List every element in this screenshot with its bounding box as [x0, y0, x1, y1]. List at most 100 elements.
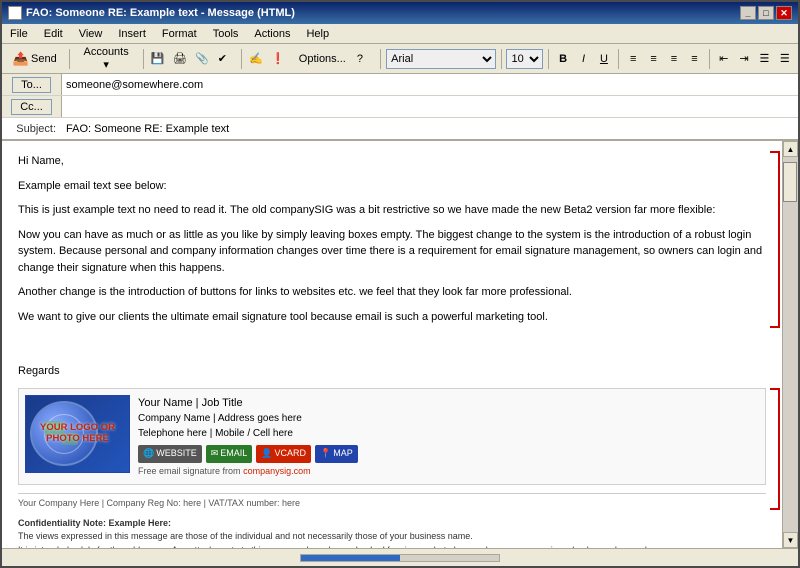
- to-row: To...: [2, 74, 798, 96]
- bullets-button[interactable]: ☰: [755, 49, 773, 69]
- priority-button[interactable]: ❗: [269, 48, 289, 70]
- email-icon: ✉: [211, 447, 219, 461]
- website-icon: 🌐: [143, 447, 154, 461]
- scroll-up-button[interactable]: ▲: [783, 141, 798, 157]
- para2: This is just example text no need to rea…: [18, 202, 766, 219]
- send-icon: 📤: [13, 51, 29, 67]
- vertical-scrollbar: ▲ ▼: [782, 141, 798, 548]
- toolbar-separator2: [143, 49, 144, 69]
- to-label-container: To...: [2, 74, 62, 95]
- indent-inc-button[interactable]: ⇥: [735, 49, 753, 69]
- signature-buttons: 🌐 WEBSITE ✉ EMAIL 👤 VCARD: [138, 445, 759, 463]
- website-button[interactable]: 🌐 WEBSITE: [138, 445, 202, 463]
- subject-input[interactable]: [62, 121, 798, 137]
- toolbar-separator3: [241, 49, 242, 69]
- email-window: ✉ FAO: Someone RE: Example text - Messag…: [0, 0, 800, 568]
- window-controls: _ □ ✕: [740, 6, 792, 20]
- scroll-thumb[interactable]: [783, 162, 797, 202]
- toolbar-separator: [69, 49, 70, 69]
- subject-row: Subject:: [2, 118, 798, 140]
- underline-button[interactable]: U: [595, 49, 613, 69]
- cc-input[interactable]: [62, 99, 798, 115]
- toolbar-separator6: [548, 49, 549, 69]
- map-icon: 📍: [320, 447, 331, 461]
- subject-label: Subject:: [2, 123, 62, 135]
- italic-button[interactable]: I: [574, 49, 592, 69]
- status-progress: [6, 554, 794, 562]
- accounts-button[interactable]: Accounts ▾: [75, 48, 138, 70]
- font-select[interactable]: Arial: [386, 49, 495, 69]
- sig-name: Your Name | Job Title: [138, 395, 759, 412]
- cc-label-container: Cc...: [2, 96, 62, 117]
- sig-telephone: Telephone here | Mobile / Cell here: [138, 426, 759, 441]
- para5: We want to give our clients the ultimate…: [18, 309, 766, 326]
- toolbar-separator8: [709, 49, 710, 69]
- help-button[interactable]: ?: [355, 48, 375, 70]
- align-right-button[interactable]: ≡: [665, 49, 683, 69]
- para4: Another change is the introduction of bu…: [18, 284, 766, 301]
- map-button[interactable]: 📍 MAP: [315, 445, 358, 463]
- address-area: To... Cc... Subject:: [2, 74, 798, 141]
- conf-line1: The views expressed in this message are …: [18, 530, 766, 544]
- to-input[interactable]: [62, 77, 798, 93]
- logo-container: YOUR LOGO OR PHOTO HERE: [25, 395, 130, 473]
- menu-file[interactable]: File: [6, 27, 32, 41]
- scroll-track[interactable]: [783, 157, 798, 532]
- bold-button[interactable]: B: [554, 49, 572, 69]
- menu-edit[interactable]: Edit: [40, 27, 67, 41]
- numbers-button[interactable]: ☰: [776, 49, 794, 69]
- window-title: FAO: Someone RE: Example text - Message …: [26, 7, 295, 19]
- confidentiality-note: Confidentiality Note: Example Here: The …: [18, 517, 766, 549]
- conf-title: Confidentiality Note: Example Here:: [18, 517, 766, 531]
- content-area: EmailText Hi Name, Example email text se…: [2, 141, 798, 548]
- sig-free-link[interactable]: companysig.com: [243, 466, 311, 476]
- sig-free-text: Free email signature from companysig.com: [138, 465, 759, 479]
- status-bar: [2, 548, 798, 566]
- justify-button[interactable]: ≡: [685, 49, 703, 69]
- menu-help[interactable]: Help: [302, 27, 333, 41]
- attach-button[interactable]: 📎: [193, 48, 213, 70]
- title-bar: ✉ FAO: Someone RE: Example text - Messag…: [2, 2, 798, 24]
- signature-button[interactable]: ✍: [247, 48, 267, 70]
- signature-wrapper: ExampleEmail SignatureColors can beChang…: [18, 388, 766, 549]
- menu-insert[interactable]: Insert: [114, 27, 150, 41]
- scroll-down-button[interactable]: ▼: [783, 532, 798, 548]
- regards: Regards: [18, 363, 766, 380]
- para1: Example email text see below:: [18, 178, 766, 195]
- cc-button[interactable]: Cc...: [11, 99, 52, 115]
- close-button[interactable]: ✕: [776, 6, 792, 20]
- toolbar-separator5: [501, 49, 502, 69]
- conf-line2: It is intended solely for the addressee.…: [18, 544, 766, 549]
- save-button[interactable]: 💾: [149, 48, 169, 70]
- logo-text-overlay: YOUR LOGO OR PHOTO HERE: [26, 396, 129, 472]
- menu-actions[interactable]: Actions: [250, 27, 294, 41]
- logo-text: YOUR LOGO OR PHOTO HERE: [26, 423, 129, 445]
- company-line: Your Company Here | Company Reg No: here…: [18, 493, 766, 511]
- maximize-button[interactable]: □: [758, 6, 774, 20]
- signature-inner: YOUR LOGO OR PHOTO HERE Your Name | Job …: [25, 395, 759, 479]
- para3: Now you can have as much or as little as…: [18, 227, 766, 277]
- signature-details: Your Name | Job Title Company Name | Add…: [138, 395, 759, 479]
- menu-tools[interactable]: Tools: [209, 27, 243, 41]
- menu-view[interactable]: View: [75, 27, 107, 41]
- email-body[interactable]: EmailText Hi Name, Example email text se…: [2, 141, 782, 548]
- main-toolbar: 📤 Send Accounts ▾ 💾 🖨 📎 ✔ ✍ ❗ Options...…: [2, 44, 798, 74]
- vcard-button[interactable]: 👤 VCARD: [256, 445, 311, 463]
- spacer: [18, 333, 766, 363]
- toolbar-separator7: [618, 49, 619, 69]
- print-button[interactable]: 🖨: [171, 48, 191, 70]
- email-sig-button[interactable]: ✉ EMAIL: [206, 445, 253, 463]
- align-left-button[interactable]: ≡: [624, 49, 642, 69]
- progress-fill: [301, 555, 400, 561]
- send-button[interactable]: 📤 Send: [6, 48, 64, 70]
- to-button[interactable]: To...: [12, 77, 51, 93]
- indent-dec-button[interactable]: ⇤: [715, 49, 733, 69]
- options-button[interactable]: Options...: [292, 48, 353, 70]
- menu-format[interactable]: Format: [158, 27, 201, 41]
- align-center-button[interactable]: ≡: [644, 49, 662, 69]
- check-button[interactable]: ✔: [216, 48, 236, 70]
- size-select[interactable]: 10: [506, 49, 543, 69]
- minimize-button[interactable]: _: [740, 6, 756, 20]
- cc-row: Cc...: [2, 96, 798, 118]
- toolbar-separator4: [380, 49, 381, 69]
